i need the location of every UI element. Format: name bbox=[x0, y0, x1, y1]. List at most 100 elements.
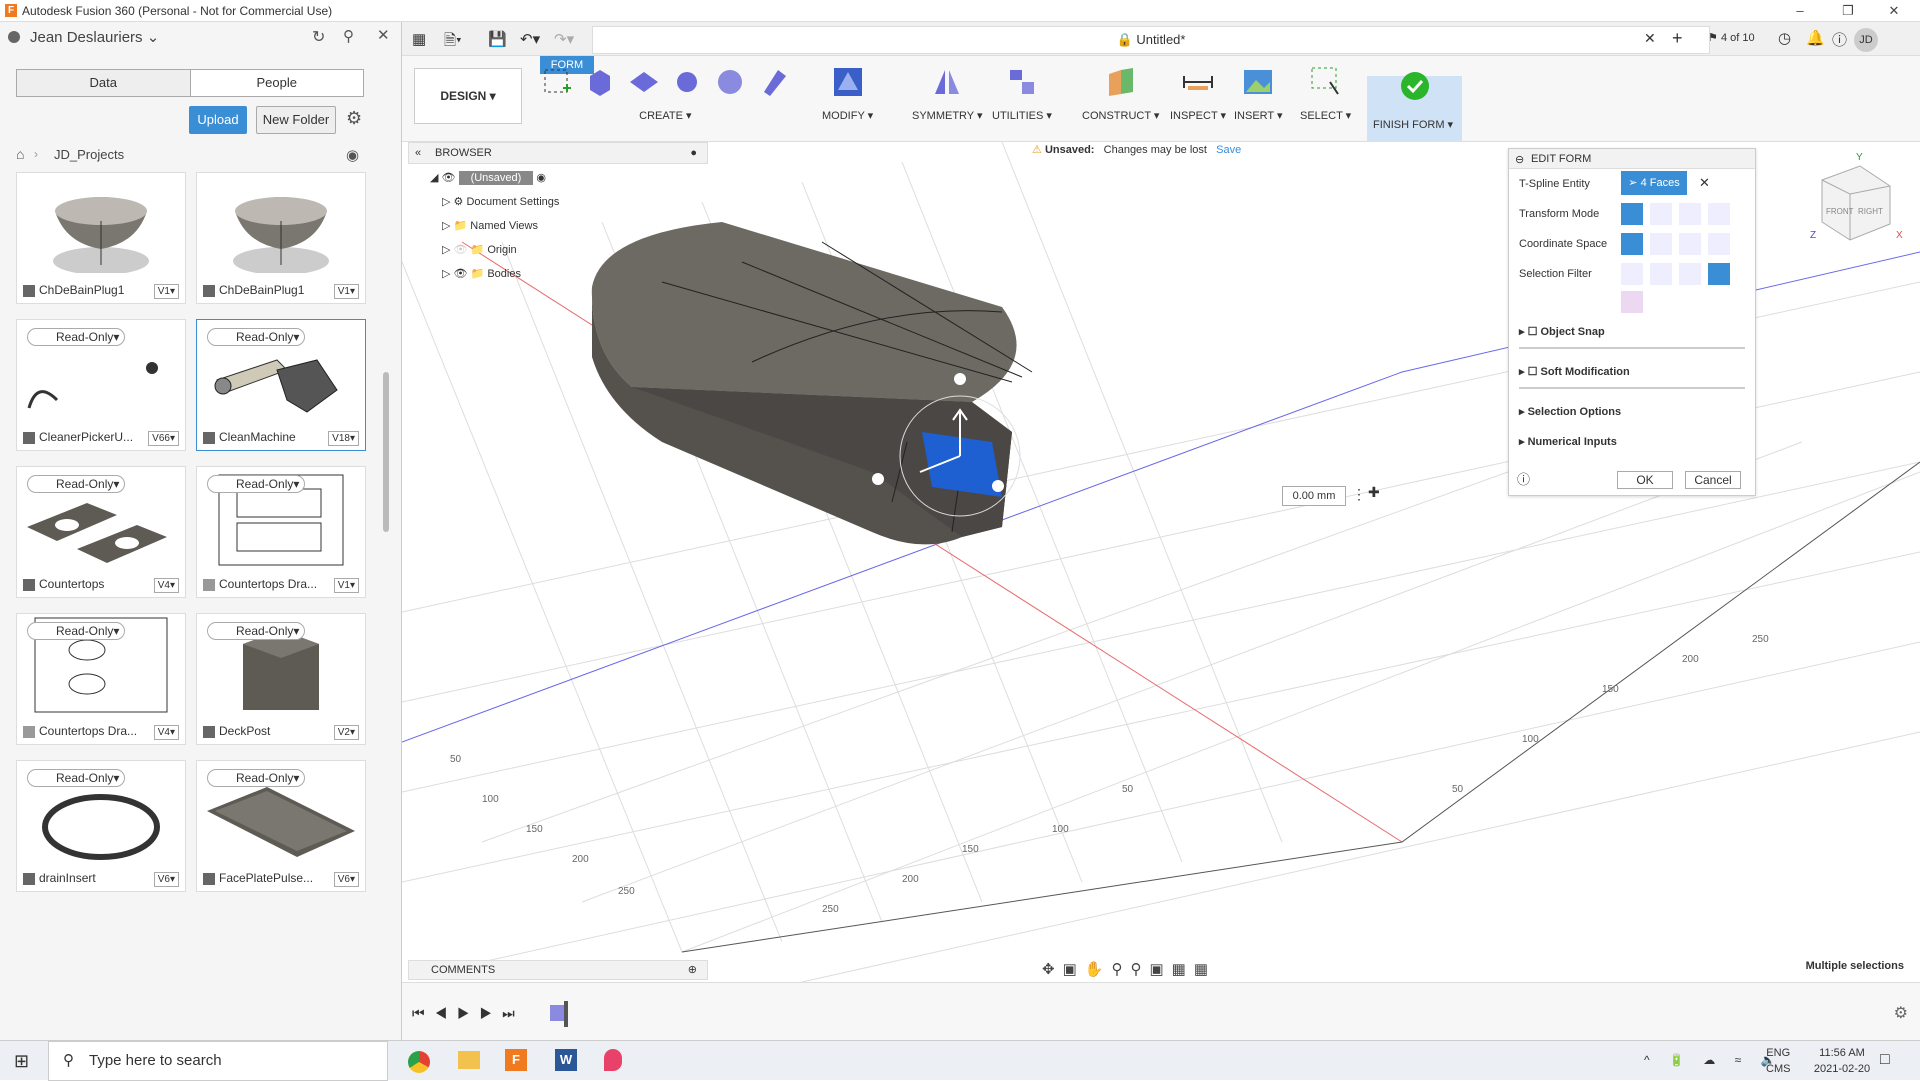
timeline-marker[interactable] bbox=[564, 1001, 568, 1027]
insert-group[interactable]: INSERT ▾ bbox=[1234, 66, 1283, 122]
system-tray-icons[interactable]: ^ 🔋 ☁ ≈ 🔈 bbox=[1644, 1053, 1783, 1067]
file-menu-icon[interactable]: 🗎▾ bbox=[444, 30, 462, 55]
tab-people[interactable]: People bbox=[191, 70, 364, 96]
file-card[interactable]: Read-Only▾ drainInsert V6▾ bbox=[16, 760, 186, 892]
utilities-group[interactable]: UTILITIES ▾ bbox=[992, 66, 1052, 122]
file-card[interactable]: ChDeBainPlug1 V1▾ bbox=[16, 172, 186, 304]
file-card-selected[interactable]: Read-Only▾ CleanMachine V18▾ bbox=[196, 319, 366, 451]
search-icon[interactable]: ⚲ bbox=[343, 27, 354, 45]
workspace-switcher[interactable]: DESIGN ▾ bbox=[414, 68, 522, 124]
version-badge[interactable]: V6▾ bbox=[153, 872, 179, 887]
fit-icon[interactable]: ⚲ bbox=[1130, 961, 1149, 978]
grid-settings-icon[interactable]: ▦ bbox=[1172, 961, 1194, 978]
taskbar-search-input[interactable]: ⚲ Type here to search bbox=[48, 1041, 388, 1081]
version-badge[interactable]: V1▾ bbox=[153, 284, 179, 299]
collapse-browser-icon[interactable]: « bbox=[415, 143, 421, 163]
tree-item-bodies[interactable]: ▷ 👁 📁 Bodies bbox=[408, 262, 708, 286]
file-card[interactable]: Read-Only▾ DeckPost V2▾ bbox=[196, 613, 366, 745]
close-tab-icon[interactable]: ✕ bbox=[1644, 30, 1656, 47]
visibility-icon[interactable]: 👁 bbox=[454, 244, 468, 256]
version-badge[interactable]: V1▾ bbox=[333, 284, 359, 299]
scale-icon[interactable] bbox=[1708, 203, 1730, 225]
version-badge[interactable]: V4▾ bbox=[153, 578, 179, 593]
navigation-bar[interactable]: ✥▣✋⚲⚲▣▦▦ bbox=[1042, 960, 1216, 978]
globe-icon[interactable]: ◉ bbox=[346, 146, 359, 164]
edge-filter-icon[interactable] bbox=[1650, 263, 1672, 285]
chrome-icon[interactable] bbox=[408, 1051, 430, 1073]
step-back-icon[interactable]: ◀ bbox=[435, 1005, 458, 1021]
modify-group[interactable]: MODIFY ▾ bbox=[822, 66, 873, 122]
look-at-icon[interactable]: ▣ bbox=[1063, 961, 1085, 978]
read-only-badge[interactable]: Read-Only▾ bbox=[207, 622, 305, 640]
save-icon[interactable]: 💾 bbox=[488, 30, 507, 48]
step-forward-icon[interactable]: ▶ bbox=[480, 1005, 503, 1021]
browser-menu-icon[interactable]: ● bbox=[690, 143, 697, 163]
construct-group[interactable]: CONSTRUCT ▾ bbox=[1082, 66, 1159, 122]
apps-grid-icon[interactable]: ▦ bbox=[412, 30, 426, 48]
view-space-icon[interactable] bbox=[1650, 233, 1672, 255]
tree-root[interactable]: ◢ 👁 (Unsaved) ◉ bbox=[408, 166, 708, 190]
comments-bar[interactable]: COMMENTS ⊕ bbox=[408, 960, 708, 980]
translation-icon[interactable] bbox=[1650, 203, 1672, 225]
faces-selection-button[interactable]: ➢ 4 Faces bbox=[1621, 171, 1687, 195]
more-options-icon[interactable]: ⋮ bbox=[1352, 486, 1366, 503]
create-group[interactable]: CREATE ▾ bbox=[537, 66, 794, 122]
read-only-badge[interactable]: Read-Only▾ bbox=[27, 622, 125, 640]
word-icon[interactable]: W bbox=[555, 1049, 577, 1071]
help-icon[interactable]: ⓘ bbox=[1832, 29, 1847, 50]
file-explorer-icon[interactable] bbox=[458, 1051, 480, 1069]
expand-icon[interactable]: ▷ bbox=[442, 268, 450, 280]
display-settings-icon[interactable]: ▣ bbox=[1149, 961, 1171, 978]
soft-modification-row[interactable]: ▸ ☐ Soft Modification bbox=[1519, 365, 1630, 378]
inspect-group[interactable]: INSPECT ▾ bbox=[1170, 66, 1226, 122]
version-badge[interactable]: V1▾ bbox=[333, 578, 359, 593]
read-only-badge[interactable]: Read-Only▾ bbox=[207, 328, 305, 346]
per-face-space-icon[interactable] bbox=[1708, 233, 1730, 255]
collapse-dialog-icon[interactable]: ⊖ bbox=[1515, 150, 1524, 170]
tree-item-document-settings[interactable]: ▷ ⚙ Document Settings bbox=[408, 190, 708, 214]
clear-selection-icon[interactable]: ✕ bbox=[1699, 175, 1710, 191]
clock[interactable]: 11:56 AM 2021-02-20 bbox=[1806, 1045, 1878, 1077]
dialog-header[interactable]: ⊖ EDIT FORM bbox=[1509, 149, 1755, 169]
orbit-icon[interactable]: ✥ bbox=[1042, 961, 1063, 978]
document-tab[interactable]: 🔒 Untitled* bbox=[592, 26, 1710, 54]
visibility-icon[interactable]: 👁 bbox=[442, 172, 456, 184]
face-filter-icon[interactable] bbox=[1679, 263, 1701, 285]
pan-icon[interactable]: ✋ bbox=[1085, 961, 1112, 978]
viewports-icon[interactable]: ▦ bbox=[1194, 961, 1216, 978]
file-card[interactable]: Read-Only▾ FacePlatePulse... V6▾ bbox=[196, 760, 366, 892]
input-mode-icon[interactable]: ✚ bbox=[1368, 484, 1380, 501]
avatar[interactable]: JD bbox=[1854, 28, 1878, 52]
restore-button[interactable]: ❐ bbox=[1828, 2, 1868, 20]
finish-form-button[interactable]: FINISH FORM ▾ bbox=[1367, 72, 1462, 142]
info-icon[interactable]: ⓘ bbox=[1517, 469, 1530, 488]
rotation-icon[interactable] bbox=[1679, 203, 1701, 225]
bell-icon[interactable]: 🔔 bbox=[1806, 29, 1825, 47]
cancel-button[interactable]: Cancel bbox=[1685, 471, 1741, 489]
symmetry-group[interactable]: SYMMETRY ▾ bbox=[912, 66, 983, 122]
world-space-icon[interactable] bbox=[1621, 233, 1643, 255]
object-snap-row[interactable]: ▸ ☐ Object Snap bbox=[1519, 325, 1605, 338]
tab-data[interactable]: Data bbox=[17, 70, 191, 96]
go-to-end-icon[interactable]: ⏭ bbox=[502, 1005, 525, 1021]
local-space-icon[interactable] bbox=[1679, 233, 1701, 255]
browser-header[interactable]: « BROWSER ● bbox=[408, 142, 708, 164]
numerical-inputs-row[interactable]: ▸ Numerical Inputs bbox=[1519, 435, 1617, 448]
refresh-icon[interactable]: ↻ bbox=[312, 27, 325, 47]
expand-icon[interactable]: ▷ bbox=[442, 220, 450, 232]
input-language[interactable]: ENG CMS bbox=[1766, 1045, 1790, 1077]
expand-icon[interactable]: ▷ bbox=[442, 244, 450, 256]
breadcrumb[interactable]: JD_Projects bbox=[54, 147, 124, 162]
new-tab-icon[interactable]: + bbox=[1672, 28, 1683, 49]
go-to-start-icon[interactable]: ⏮ bbox=[412, 1005, 435, 1021]
new-folder-button[interactable]: New Folder bbox=[256, 106, 336, 134]
version-badge[interactable]: V2▾ bbox=[333, 725, 359, 740]
gear-icon[interactable]: ⚙ bbox=[346, 108, 362, 129]
redo-icon[interactable]: ↷▾ bbox=[554, 30, 574, 48]
file-card[interactable]: ChDeBainPlug1 V1▾ bbox=[196, 172, 366, 304]
read-only-badge[interactable]: Read-Only▾ bbox=[207, 769, 305, 787]
dimension-input[interactable]: 0.00 mm bbox=[1282, 486, 1346, 506]
file-card[interactable]: Read-Only▾ Countertops V4▾ bbox=[16, 466, 186, 598]
all-filter-icon[interactable] bbox=[1708, 263, 1730, 285]
settings-gear-icon[interactable]: ⚙ bbox=[1894, 1003, 1908, 1023]
